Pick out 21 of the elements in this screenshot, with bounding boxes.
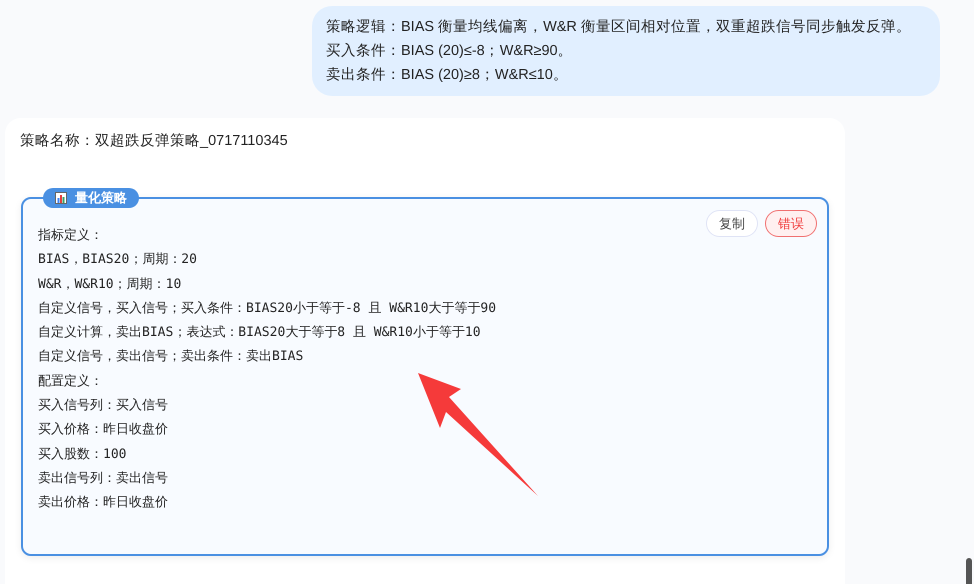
message-text: 策略逻辑：BIAS 衡量均线偏离，W&R 衡量区间相对位置，双重超跌信号同步触发反弹。 [326,18,912,37]
code-line: 买入信号列：买入信号 [38,397,169,416]
action-button[interactable]: 错误 [765,210,817,237]
code-line: 买入价格：昨日收盘价 [38,421,169,440]
code-line: 自定义信号，卖出信号；卖出条件：卖出BIAS [38,348,304,366]
code-line: 自定义信号，买入信号；买入条件：BIAS20小于等于-8 且 W&R10大于等于90 [38,300,498,318]
code-line: BIAS，BIAS20；周期：20 [38,251,198,270]
action-button[interactable]: 复制 [706,210,758,237]
code-line: 买入股数：100 [38,446,128,464]
bar-chart-icon [55,192,67,204]
code-line: 卖出信号列：卖出信号 [38,470,169,488]
code-line: 卖出价格：昨日收盘价 [38,494,169,512]
panel-title-text: 量化策略 [75,189,127,208]
message-text: 买入条件：BIAS (20)≤-8；W&R≥90。 [326,42,574,61]
message-text: 卖出条件：BIAS (20)≥8；W&R≤10。 [326,66,569,85]
strategy-name: 策略名称：双超跌反弹策略_0717110345 [20,132,289,151]
code-line: 指标定义： [38,227,104,245]
code-line: 配置定义： [38,372,104,391]
code-line: 自定义计算，卖出BIAS；表达式：BIAS20大于等于8 且 W&R10小于等于10 [38,324,482,342]
scrollbar-thumb [966,558,972,584]
code-line: W&R，W&R10；周期：10 [38,276,182,294]
